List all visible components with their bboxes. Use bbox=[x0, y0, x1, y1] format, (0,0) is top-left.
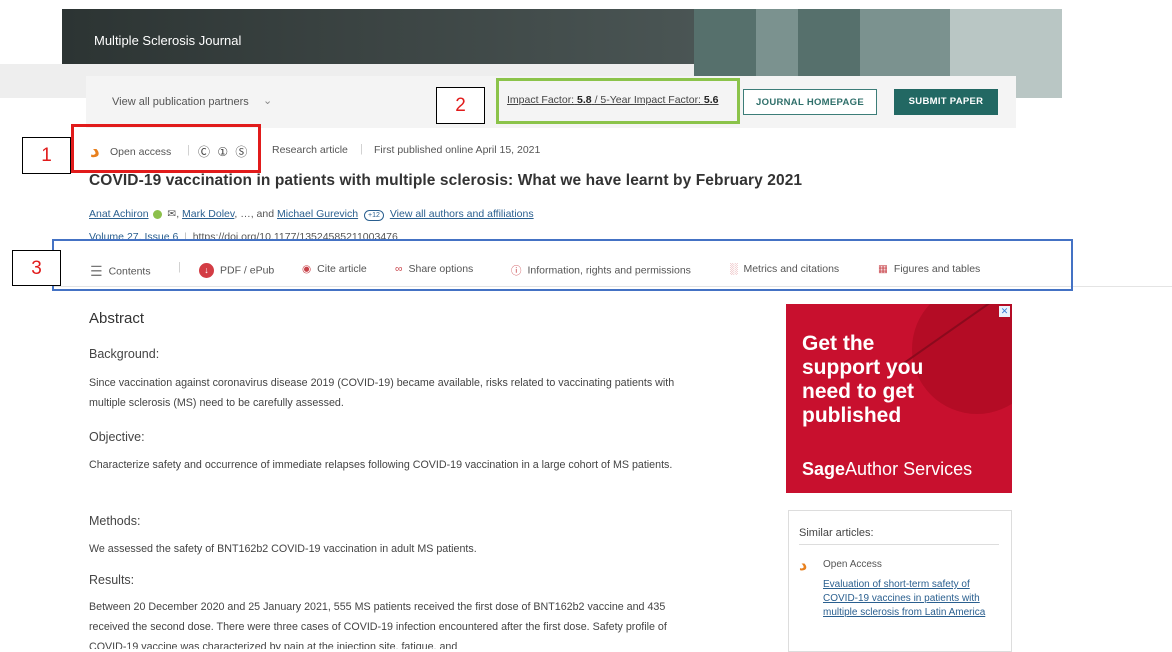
author-and: and bbox=[256, 208, 277, 220]
ad-headline: Get the support you need to get publishe… bbox=[802, 332, 924, 427]
similar-article-link[interactable]: Evaluation of short-term safety of COVID… bbox=[823, 578, 999, 620]
section-heading-background: Background: bbox=[89, 347, 160, 361]
journal-title-link[interactable]: Multiple Sclerosis Journal bbox=[94, 33, 241, 48]
publication-date: First published online April 15, 2021 bbox=[374, 144, 541, 156]
orcid-icon[interactable] bbox=[153, 209, 163, 219]
results-text: Between 20 December 2020 and 25 January … bbox=[89, 601, 667, 649]
section-heading-objective: Objective: bbox=[89, 430, 145, 444]
annotation-box-1 bbox=[71, 124, 261, 173]
article-type: Research article bbox=[272, 144, 348, 156]
ad-brand: SageAuthor Services bbox=[802, 459, 972, 480]
author-list: Anat Achiron ✉, Mark Dolev, …, and Micha… bbox=[89, 208, 534, 221]
advertisement-banner[interactable]: Get the support you need to get publishe… bbox=[786, 304, 1012, 493]
author-link[interactable]: Mark Dolev bbox=[182, 208, 234, 220]
view-all-authors-link[interactable]: View all authors and affiliations bbox=[390, 208, 534, 220]
more-authors-badge[interactable]: +12 bbox=[364, 210, 384, 221]
annotation-number-3: 3 bbox=[12, 250, 61, 286]
publication-partners-dropdown[interactable]: View all publication partners bbox=[112, 96, 249, 108]
abstract-heading: Abstract bbox=[89, 310, 145, 327]
meta-divider: | bbox=[360, 143, 363, 155]
similar-articles-panel: Similar articles: د Open Access Evaluati… bbox=[788, 510, 1012, 652]
annotation-box-2 bbox=[496, 78, 740, 124]
annotation-number-2: 2 bbox=[436, 87, 485, 124]
author-link[interactable]: Michael Gurevich bbox=[277, 208, 358, 220]
section-heading-results: Results: bbox=[89, 573, 135, 587]
open-access-icon: د bbox=[799, 557, 808, 574]
chevron-down-icon[interactable]: ⌄ bbox=[263, 94, 272, 107]
open-access-label: Open Access bbox=[823, 559, 882, 570]
ad-brand-rest: Author Services bbox=[845, 459, 973, 479]
author-ellipsis: , …, bbox=[234, 208, 257, 220]
annotation-number-1: 1 bbox=[22, 137, 71, 174]
author-link[interactable]: Anat Achiron bbox=[89, 208, 149, 220]
journal-homepage-button[interactable]: JOURNAL HOMEPAGE bbox=[743, 89, 877, 115]
background-text: Since vaccination against coronavirus di… bbox=[89, 377, 675, 409]
article-title: COVID-19 vaccination in patients with mu… bbox=[89, 172, 803, 189]
methods-text: We assessed the safety of BNT162b2 COVID… bbox=[89, 543, 477, 555]
close-icon[interactable]: ✕ bbox=[999, 306, 1010, 317]
annotation-box-3 bbox=[52, 239, 1073, 291]
section-heading-methods: Methods: bbox=[89, 514, 141, 528]
similar-articles-title: Similar articles: bbox=[799, 527, 874, 539]
divider bbox=[799, 544, 999, 545]
email-icon[interactable]: ✉ bbox=[167, 208, 176, 220]
objective-text: Characterize safety and occurrence of im… bbox=[89, 459, 673, 471]
submit-paper-button[interactable]: SUBMIT PAPER bbox=[894, 89, 998, 115]
ad-brand-bold: Sage bbox=[802, 459, 846, 479]
